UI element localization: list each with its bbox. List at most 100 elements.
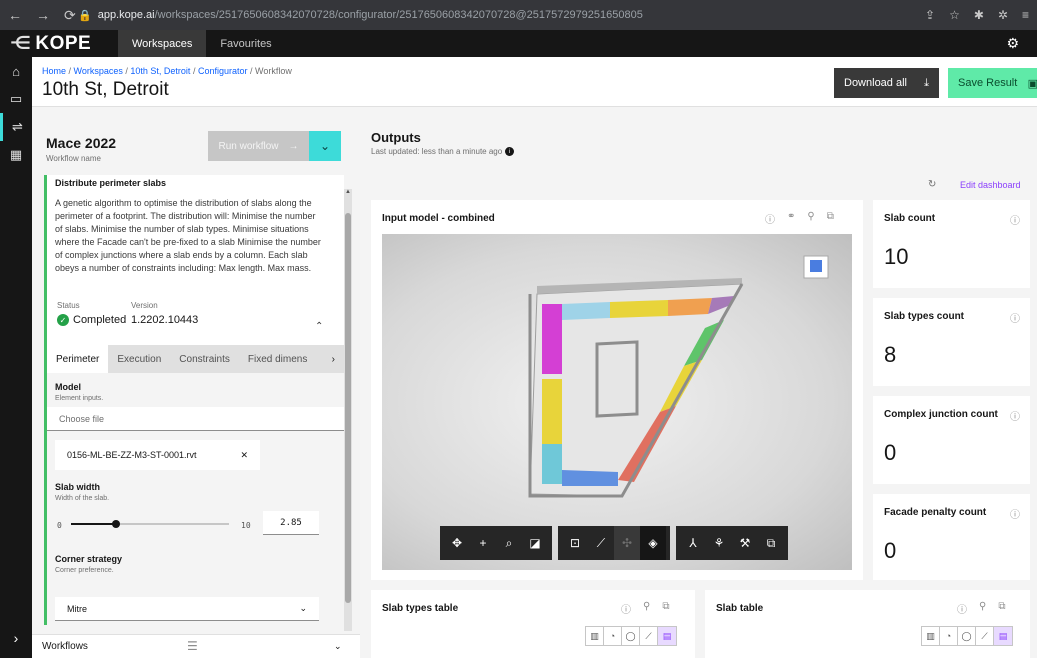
info-icon[interactable]: ⓘ [1010, 408, 1020, 423]
settings-wrench-icon[interactable]: ⚒ [732, 526, 758, 560]
version-label: Version [131, 301, 158, 310]
link-icon[interactable]: ⚭ [787, 211, 795, 226]
configurator-icon[interactable]: ⇌ [0, 113, 32, 141]
extension-icon[interactable]: ✱ [974, 8, 984, 22]
info-icon[interactable]: ⓘ [1010, 506, 1020, 521]
bar-chart-icon[interactable]: ▥ [586, 627, 604, 645]
info-icon[interactable]: ⓘ [621, 601, 631, 616]
fullscreen-icon[interactable]: ⧉ [758, 526, 784, 560]
pie-chart-icon[interactable]: ◔ [940, 627, 958, 645]
open-external-icon[interactable]: ⧉ [662, 601, 669, 616]
home-icon[interactable]: ⌂ [0, 57, 32, 85]
pan-icon[interactable]: + [470, 526, 496, 560]
info-icon[interactable]: ⓘ [1010, 310, 1020, 325]
chart-type-switcher: ▥ ◔ ◯ ⟋ ▤ [921, 626, 1013, 646]
run-options-button[interactable]: ⌄ [309, 131, 341, 161]
info-icon[interactable]: ⓘ [1010, 212, 1020, 227]
orbit-icon[interactable]: ✥ [444, 526, 470, 560]
gear-icon[interactable]: ⚙ [1006, 35, 1019, 52]
kpi-slab-types-count: Slab types count ⓘ 8 [873, 298, 1030, 386]
open-external-icon[interactable]: ⧉ [827, 211, 834, 226]
back-icon[interactable]: ← [8, 7, 22, 24]
run-workflow-button[interactable]: Run workflow → [208, 131, 309, 161]
scroll-thumb[interactable] [345, 213, 351, 603]
corner-strategy-select[interactable]: Mitre ⌄ [55, 597, 319, 621]
chevron-down-icon[interactable]: ⌄ [334, 641, 342, 652]
model-hint: Element inputs. [55, 395, 104, 402]
share-icon[interactable]: ⇪ [925, 8, 935, 22]
forward-icon[interactable]: → [36, 7, 50, 24]
slider-handle[interactable] [112, 520, 121, 528]
slab-width-slider[interactable] [71, 520, 229, 528]
zoom-icon[interactable]: ⌕ [496, 526, 522, 560]
explode-icon[interactable]: ✣ [614, 526, 640, 560]
scroll-up-icon[interactable]: ▲ [344, 189, 352, 195]
chevron-right-icon[interactable]: › [323, 345, 344, 373]
layers-icon[interactable]: ◈ [640, 526, 666, 560]
panel-scrollbar[interactable]: ▲ [344, 189, 352, 631]
kpi-label: Slab types count [884, 311, 965, 322]
menu-icon[interactable]: ≡ [1022, 8, 1029, 22]
folder-icon[interactable]: ▭ [0, 85, 32, 113]
donut-chart-icon[interactable]: ◯ [958, 627, 976, 645]
info-icon[interactable]: ⓘ [957, 601, 967, 616]
info-icon[interactable]: ⓘ [765, 211, 775, 226]
pin-icon[interactable]: ⚲ [807, 211, 814, 226]
puzzle-icon[interactable]: ✲ [998, 8, 1008, 22]
apps-icon[interactable]: ▦ [0, 141, 32, 169]
expand-icon[interactable]: › [0, 630, 32, 646]
tab-fixed-dimensions[interactable]: Fixed dimens [239, 345, 316, 373]
viewer-toolbar: ✥ + ⌕ ◪ ⊡ ⟋ ✣ ◈ ⅄ ⚘ ⚒ ⧉ [440, 526, 788, 560]
save-result-button[interactable]: Save Result ▣ [948, 68, 1037, 98]
arrow-right-icon: → [288, 140, 299, 152]
bar-chart-icon[interactable]: ▥ [922, 627, 940, 645]
close-icon[interactable]: ✕ [240, 450, 248, 461]
slider-fill [71, 523, 117, 525]
chevron-up-icon[interactable]: ⌃ [315, 321, 323, 332]
slab-width-input[interactable]: 2.85 [263, 511, 319, 535]
tab-workspaces[interactable]: Workspaces [118, 30, 207, 57]
kope-logo[interactable]: ⋲ KOPE [0, 33, 118, 55]
workflow-name-label: Workflow name [46, 154, 101, 163]
table-icon[interactable]: ▤ [658, 627, 676, 645]
table-icon[interactable]: ▤ [994, 627, 1012, 645]
refresh-icon[interactable]: ↻ [928, 179, 936, 190]
corner-strategy-label: Corner strategy [55, 554, 123, 564]
file-input[interactable]: Choose file [47, 407, 344, 431]
reload-icon[interactable]: ⟳ [64, 7, 76, 24]
fit-view-icon[interactable]: ◪ [522, 526, 548, 560]
properties-icon[interactable]: ⚘ [706, 526, 732, 560]
save-result-label: Save Result [958, 77, 1018, 89]
pin-icon[interactable]: ⚲ [979, 601, 986, 616]
table-actions: ⓘ ⚲ ⧉ [621, 601, 669, 616]
breadcrumb-home[interactable]: Home [42, 66, 66, 76]
donut-chart-icon[interactable]: ◯ [622, 627, 640, 645]
open-external-icon[interactable]: ⧉ [998, 601, 1005, 616]
download-all-button[interactable]: Download all ⤓ [834, 68, 939, 98]
model-tree-icon[interactable]: ⅄ [680, 526, 706, 560]
kope-mark-icon: ⋲ [10, 33, 32, 53]
chart-type-switcher: ▥ ◔ ◯ ⟋ ▤ [585, 626, 677, 646]
model-viewer[interactable]: ✥ + ⌕ ◪ ⊡ ⟋ ✣ ◈ ⅄ ⚘ ⚒ ⧉ [382, 234, 852, 570]
breadcrumb: Home / Workspaces / 10th St, Detroit / C… [42, 66, 292, 76]
breadcrumb-workspaces[interactable]: Workspaces [74, 66, 123, 76]
edit-dashboard-link[interactable]: Edit dashboard [960, 180, 1021, 190]
measure-icon[interactable]: ⟋ [588, 526, 614, 560]
line-chart-icon[interactable]: ⟋ [640, 627, 658, 645]
line-chart-icon[interactable]: ⟋ [976, 627, 994, 645]
tab-constraints[interactable]: Constraints [170, 345, 239, 373]
pie-chart-icon[interactable]: ◔ [604, 627, 622, 645]
workflows-bar[interactable]: Workflows ☰ ⌄ [32, 634, 360, 658]
pin-icon[interactable]: ⚲ [643, 601, 650, 616]
info-icon[interactable]: i [505, 147, 515, 156]
drag-handle-icon[interactable]: ☰ [187, 639, 198, 653]
slab-yellow-top [610, 300, 668, 318]
tab-favourites[interactable]: Favourites [206, 30, 285, 57]
tab-execution[interactable]: Execution [108, 345, 170, 373]
section-icon[interactable]: ⊡ [562, 526, 588, 560]
tab-perimeter[interactable]: Perimeter [47, 345, 109, 373]
breadcrumb-project[interactable]: 10th St, Detroit [130, 66, 190, 76]
star-icon[interactable]: ☆ [949, 8, 960, 22]
breadcrumb-configurator[interactable]: Configurator [198, 66, 248, 76]
address-bar[interactable]: app.kope.ai/workspaces/25176506083420707… [98, 9, 925, 21]
